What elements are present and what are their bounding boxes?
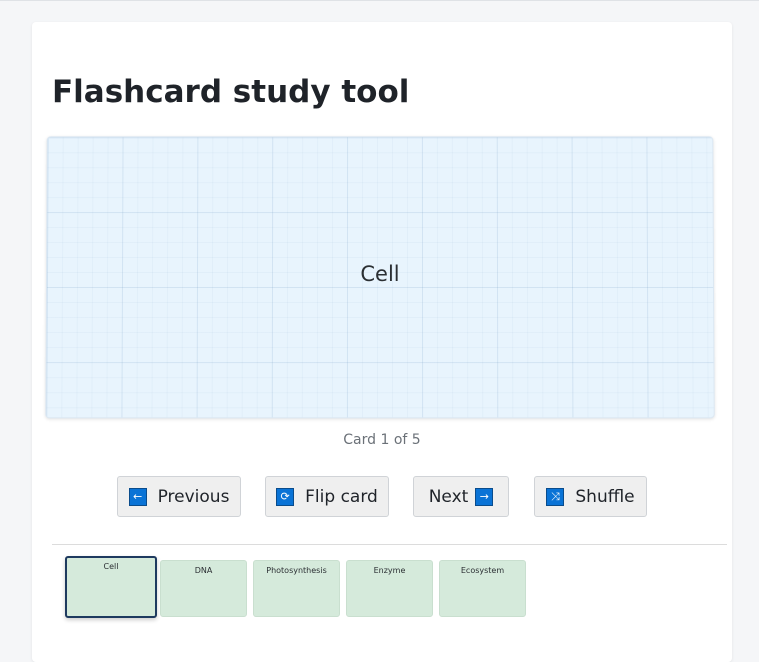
divider (52, 544, 727, 545)
card-counter: Card 1 of 5 (343, 432, 421, 448)
top-border (0, 0, 759, 1)
flip-card-button[interactable]: ⟳ Flip card (265, 476, 389, 517)
thumbnail-enzyme[interactable]: Enzyme (346, 560, 433, 617)
thumbnail-ecosystem[interactable]: Ecosystem (439, 560, 526, 617)
thumbnail-label: Enzyme (373, 566, 406, 575)
previous-button[interactable]: ← Previous (117, 476, 241, 517)
shuffle-button[interactable]: ⤨ Shuffle (534, 476, 647, 517)
shuffle-icon: ⤨ (546, 487, 565, 506)
flashcard-panel: Flashcard study tool Cell Card 1 of 5 ← … (32, 22, 732, 662)
flashcard[interactable]: Cell (45, 136, 715, 419)
previous-button-label: Previous (157, 486, 230, 507)
refresh-icon: ⟳ (276, 487, 295, 506)
thumbnail-photosynthesis[interactable]: Photosynthesis (253, 560, 340, 617)
thumbnail-label: Cell (103, 562, 119, 571)
flip-card-button-label: Flip card (305, 486, 378, 507)
next-button[interactable]: Next → (413, 476, 509, 517)
thumbnail-label: Photosynthesis (266, 566, 327, 575)
shuffle-button-label: Shuffle (575, 486, 635, 507)
thumbnail-dna[interactable]: DNA (160, 560, 247, 617)
flashcard-text: Cell (360, 262, 400, 287)
thumbnail-label: Ecosystem (460, 566, 505, 575)
arrow-left-icon: ← (128, 487, 147, 506)
arrow-right-icon: → (475, 487, 494, 506)
page-title: Flashcard study tool (52, 74, 410, 110)
thumbnail-label: DNA (194, 566, 213, 575)
thumbnail-cell[interactable]: Cell (65, 556, 157, 618)
next-button-label: Next (428, 486, 469, 507)
